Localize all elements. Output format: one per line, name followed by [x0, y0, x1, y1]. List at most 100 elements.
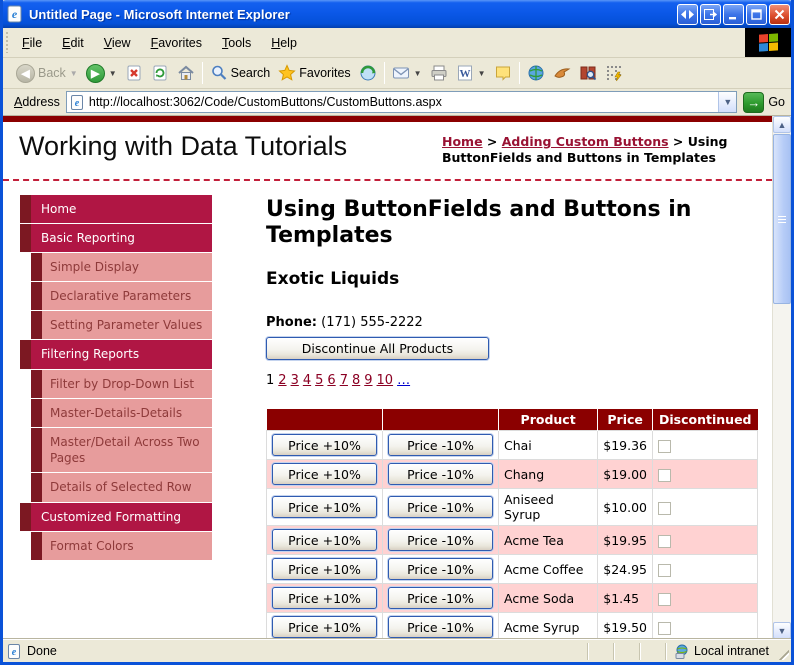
table-row: Price +10% Price -10% Chai $19.36 — [266, 430, 758, 461]
address-label: Address — [14, 95, 60, 109]
address-input[interactable]: e http://localhost:3062/Code/CustomButto… — [65, 91, 738, 113]
refresh-button[interactable] — [147, 62, 173, 84]
column-header-price: Price — [597, 409, 653, 431]
price-cell: $1.45 — [597, 583, 654, 614]
title-bar: e Untitled Page - Microsoft Internet Exp… — [3, 0, 791, 28]
home-button[interactable] — [173, 62, 199, 84]
discontinued-checkbox[interactable] — [658, 534, 672, 548]
svg-text:e: e — [12, 7, 18, 21]
status-page-icon: e — [7, 643, 22, 659]
menu-view[interactable]: View — [94, 32, 141, 54]
menu-grip[interactable] — [5, 32, 10, 53]
price-minus-button[interactable]: Price -10% — [388, 558, 493, 581]
history-button[interactable] — [355, 62, 381, 84]
scroll-up-button[interactable]: ▲ — [773, 116, 791, 133]
sidebar-item-format-colors[interactable]: Format Colors — [20, 531, 212, 560]
pager-page-link[interactable]: 8 — [352, 373, 360, 388]
mail-button[interactable]: ▼ — [388, 62, 426, 84]
column-header-discontinued: Discontinued — [652, 409, 758, 431]
sidebar-item-filter-by-dropdown-list[interactable]: Filter by Drop-Down List — [20, 369, 212, 398]
menu-bullet — [20, 223, 31, 252]
close-button[interactable] — [769, 3, 790, 25]
menu-bullet — [20, 194, 31, 223]
price-plus-button[interactable]: Price +10% — [272, 587, 377, 610]
price-plus-button[interactable]: Price +10% — [272, 496, 377, 519]
pager-page-link[interactable]: 4 — [303, 373, 311, 388]
address-dropdown-button[interactable]: ▼ — [718, 92, 737, 112]
pager-page-link[interactable]: 9 — [364, 373, 372, 388]
research-button[interactable] — [575, 62, 601, 84]
discontinued-checkbox[interactable] — [658, 592, 672, 606]
forward-button[interactable]: ▶ ▼ — [82, 62, 121, 85]
price-plus-button[interactable]: Price +10% — [272, 463, 377, 486]
detach-window-button[interactable] — [700, 3, 721, 25]
favorites-button[interactable]: Favorites — [274, 62, 354, 84]
price-minus-button[interactable]: Price -10% — [388, 587, 493, 610]
address-url-text[interactable]: http://localhost:3062/Code/CustomButtons… — [89, 95, 718, 109]
price-minus-button[interactable]: Price -10% — [388, 616, 493, 639]
print-icon — [430, 64, 448, 82]
resize-grip[interactable] — [777, 640, 791, 662]
price-plus-button[interactable]: Price +10% — [272, 558, 377, 581]
sidebar-item-declarative-parameters[interactable]: Declarative Parameters — [20, 282, 212, 311]
discontinued-checkbox[interactable] — [658, 439, 672, 453]
price-minus-button[interactable]: Price -10% — [388, 434, 493, 457]
price-plus-button[interactable]: Price +10% — [272, 529, 377, 552]
quick-encode-button[interactable] — [601, 62, 627, 84]
price-minus-button[interactable]: Price -10% — [388, 463, 493, 486]
sidebar-item-simple-display[interactable]: Simple Display — [20, 252, 212, 282]
scrollbar-thumb[interactable] — [773, 134, 791, 304]
sidebar-item-label: Declarative Parameters — [42, 282, 212, 311]
pager-page-link[interactable]: 3 — [291, 373, 299, 388]
pager-page-link[interactable]: 7 — [340, 373, 348, 388]
security-zone: Local intranet — [664, 642, 777, 660]
sidebar-item-home[interactable]: Home — [20, 194, 212, 223]
scrollbar-track[interactable] — [773, 305, 791, 622]
price-plus-button[interactable]: Price +10% — [272, 616, 377, 639]
go-button[interactable]: → Go — [743, 91, 785, 113]
messenger-button[interactable] — [549, 62, 575, 84]
pager-more-link[interactable]: … — [397, 373, 410, 388]
discuss-button[interactable] — [490, 62, 516, 84]
table-row: Price +10% Price -10% Acme Coffee $24.95 — [266, 554, 758, 585]
price-minus-button[interactable]: Price -10% — [388, 496, 493, 519]
sidebar-item-basic-reporting[interactable]: Basic Reporting — [20, 223, 212, 252]
breadcrumb-section-link[interactable]: Adding Custom Buttons — [502, 134, 669, 149]
pager-page-link[interactable]: 10 — [377, 373, 394, 388]
pager-page-link[interactable]: 6 — [327, 373, 335, 388]
price-cell: $10.00 — [597, 488, 654, 527]
price-minus-button[interactable]: Price -10% — [388, 529, 493, 552]
sidebar-item-master-details-details[interactable]: Master-Details-Details — [20, 398, 212, 427]
sidebar-item-details-of-selected-row[interactable]: Details of Selected Row — [20, 473, 212, 502]
msn-globe-button[interactable] — [523, 62, 549, 84]
discontinued-checkbox[interactable] — [658, 621, 672, 635]
pager-page-link[interactable]: 2 — [278, 373, 286, 388]
pager-page-link[interactable]: 5 — [315, 373, 323, 388]
menu-help[interactable]: Help — [261, 32, 307, 54]
stop-button[interactable] — [121, 62, 147, 84]
search-button[interactable]: Search — [206, 62, 275, 84]
menu-edit[interactable]: Edit — [52, 32, 94, 54]
sidebar-item-filtering-reports[interactable]: Filtering Reports — [20, 340, 212, 369]
price-plus-button[interactable]: Price +10% — [272, 434, 377, 457]
discontinued-checkbox[interactable] — [658, 563, 672, 577]
print-button[interactable] — [426, 62, 452, 84]
back-button[interactable]: ◀ Back ▼ — [12, 62, 82, 85]
scroll-down-button[interactable]: ▼ — [773, 622, 791, 639]
menu-tools[interactable]: Tools — [212, 32, 261, 54]
menu-favorites[interactable]: Favorites — [141, 32, 212, 54]
discontinued-checkbox[interactable] — [658, 468, 672, 482]
resize-arrows-button[interactable] — [677, 3, 698, 25]
edit-with-word-button[interactable]: W ▼ — [452, 62, 490, 84]
back-dropdown-icon: ▼ — [69, 68, 78, 78]
discontinue-all-button[interactable]: Discontinue All Products — [266, 337, 489, 361]
sidebar-item-setting-parameter-values[interactable]: Setting Parameter Values — [20, 311, 212, 340]
browser-window: e Untitled Page - Microsoft Internet Exp… — [0, 0, 794, 665]
minimize-button[interactable] — [723, 3, 744, 25]
menu-file[interactable]: File — [12, 32, 52, 54]
maximize-button[interactable] — [746, 3, 767, 25]
breadcrumb-home-link[interactable]: Home — [442, 134, 483, 149]
discontinued-checkbox[interactable] — [658, 501, 672, 515]
sidebar-item-customized-formatting[interactable]: Customized Formatting — [20, 502, 212, 531]
sidebar-item-master-detail-two-pages[interactable]: Master/Detail Across Two Pages — [20, 428, 212, 473]
